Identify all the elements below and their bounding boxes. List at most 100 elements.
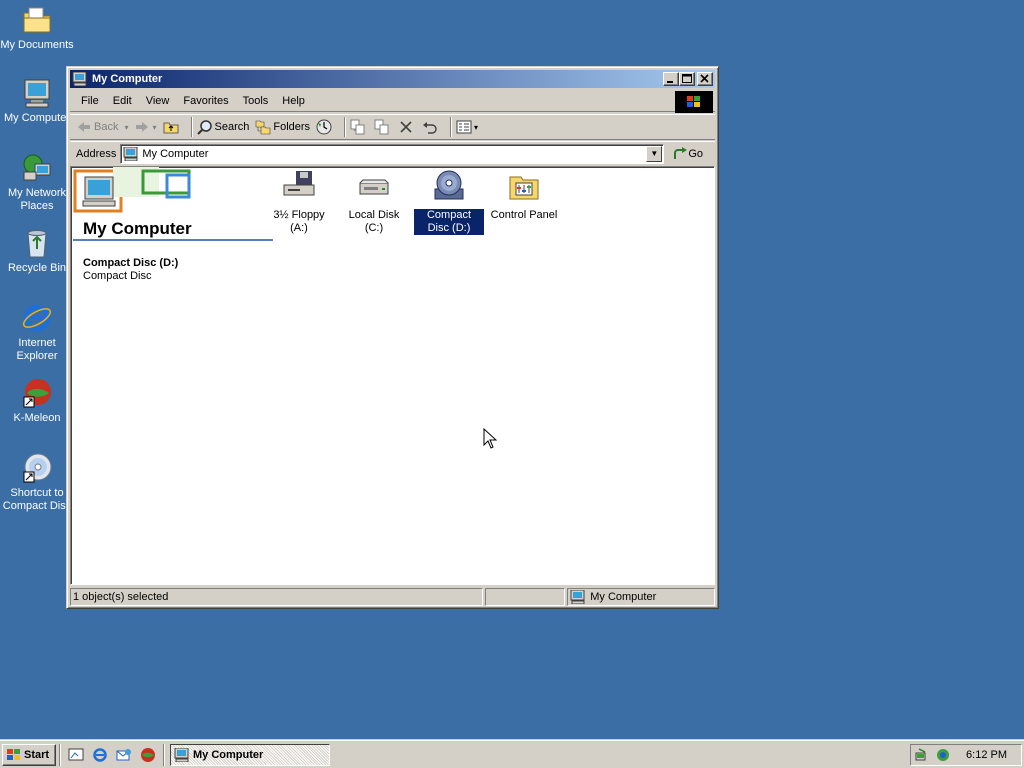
go-arrow-icon [674, 146, 688, 159]
back-button[interactable]: Back ▾ [76, 119, 128, 135]
menu-help[interactable]: Help [275, 95, 312, 107]
info-panel: My Computer Compact Disc (D:) Compact Di… [71, 167, 273, 584]
status-selection: 1 object(s) selected [70, 588, 484, 606]
status-zone: My Computer [567, 588, 715, 606]
desktop-icon-label: K-Meleon [13, 412, 61, 424]
internet-explorer-icon [21, 302, 53, 334]
drive-item-label: Compact Disc (D:) [413, 208, 485, 236]
desktop-icon-recycle-bin[interactable]: Recycle Bin [0, 227, 74, 275]
computer-icon [72, 71, 88, 87]
desktop-icon-label: My Network Places [7, 187, 67, 212]
go-button[interactable]: Go [672, 146, 703, 161]
desktop-icon-label: Shortcut to Compact Disc [2, 487, 72, 512]
search-icon [196, 120, 212, 135]
desktop-icon-cd-shortcut[interactable]: Shortcut to Compact Disc [0, 452, 74, 513]
search-label: Search [214, 121, 250, 133]
search-button[interactable]: Search [196, 119, 250, 135]
menu-tools[interactable]: Tools [236, 95, 276, 107]
up-folder-icon [163, 122, 178, 134]
cd-drive-icon [432, 169, 466, 203]
drive-item-compact-disc[interactable]: Compact Disc (D:) [413, 169, 485, 236]
panel-title: My Computer [83, 219, 192, 238]
address-input[interactable]: My Computer ▼ [120, 143, 665, 164]
system-tray: 6:12 PM [910, 744, 1022, 766]
desktop-icon-network-places[interactable]: My Network Places [0, 152, 74, 213]
floppy-drive-icon [282, 169, 316, 203]
taskbar: Start My Computer 6:12 PM [0, 740, 1024, 768]
windows-logo-icon [7, 748, 20, 760]
control-panel-icon [507, 169, 541, 203]
undo-icon [423, 122, 437, 134]
folders-button[interactable]: Folders [255, 119, 310, 135]
copy-to-button[interactable] [374, 119, 392, 135]
close-icon [700, 74, 709, 83]
views-button[interactable]: ▾ [456, 119, 478, 135]
delete-icon [400, 121, 412, 133]
close-button[interactable] [697, 72, 713, 86]
address-bar: Address My Computer ▼ Go [70, 141, 715, 165]
network-places-icon [21, 152, 53, 184]
undo-button[interactable] [422, 119, 440, 135]
maximize-button[interactable] [679, 72, 695, 86]
forward-arrow-icon [136, 122, 149, 132]
toolbar-separator [344, 117, 347, 137]
menu-edit[interactable]: Edit [106, 95, 139, 107]
show-desktop-icon[interactable] [68, 747, 84, 763]
drive-item-local-disk[interactable]: Local Disk (C:) [339, 169, 409, 235]
desktop-icon-k-meleon[interactable]: K-Meleon [0, 377, 74, 425]
title-bar[interactable]: My Computer [70, 70, 715, 88]
desktop-icon-internet-explorer[interactable]: Internet Explorer [0, 302, 74, 363]
taskbar-button-my-computer[interactable]: My Computer [170, 743, 330, 766]
windows-logo-icon [675, 91, 713, 113]
start-button[interactable]: Start [2, 743, 56, 766]
maximize-icon [682, 74, 692, 83]
control-panel-item[interactable]: Control Panel [489, 169, 559, 222]
drive-item-label: Control Panel [490, 209, 558, 221]
history-button[interactable] [316, 119, 334, 135]
desktop-icon-label: Internet Explorer [16, 337, 58, 362]
taskbar-divider [163, 743, 165, 766]
volume-icon[interactable] [935, 747, 951, 763]
recycle-bin-icon [21, 227, 53, 259]
status-empty-cell [485, 588, 566, 606]
minimize-icon [667, 81, 673, 83]
minimize-button[interactable] [663, 72, 679, 86]
desktop-icon-my-documents[interactable]: My Documents [0, 4, 74, 52]
clock[interactable]: 6:12 PM [966, 749, 1007, 761]
folders-label: Folders [273, 121, 311, 133]
chevron-down-icon: ▾ [124, 122, 129, 132]
status-bar: 1 object(s) selected My Computer [70, 587, 715, 607]
outlook-express-icon[interactable] [116, 747, 132, 763]
back-label: Back [94, 121, 119, 133]
network-status-icon[interactable] [915, 747, 933, 763]
computer-icon [570, 590, 585, 604]
back-arrow-icon [78, 122, 90, 132]
toolbar-separator [190, 117, 193, 137]
standard-toolbar: Back ▾ ▾ Search Folders ▾ [70, 114, 715, 140]
k-meleon-icon[interactable] [140, 747, 156, 763]
desktop-icon-my-computer[interactable]: My Computer [0, 77, 74, 125]
views-icon [456, 120, 472, 134]
history-icon [316, 119, 332, 135]
menu-file[interactable]: File [74, 95, 106, 107]
cd-shortcut-icon [21, 452, 53, 484]
internet-explorer-icon[interactable] [92, 747, 108, 763]
selected-item-name: Compact Disc (D:) [83, 257, 179, 269]
taskbar-divider [59, 743, 61, 766]
copy-to-icon [374, 119, 389, 135]
move-to-button[interactable] [350, 119, 368, 135]
menu-view[interactable]: View [139, 95, 177, 107]
drive-item-floppy[interactable]: 3½ Floppy (A:) [264, 169, 334, 235]
address-dropdown-button[interactable]: ▼ [646, 145, 663, 162]
chevron-down-icon: ▾ [152, 122, 157, 132]
address-label: Address [76, 147, 117, 160]
move-to-icon [350, 119, 365, 135]
forward-button[interactable]: ▾ [134, 119, 157, 135]
desktop-icon-label: Recycle Bin [7, 262, 67, 274]
drive-item-label: 3½ Floppy (A:) [273, 209, 325, 234]
folders-icon [256, 120, 271, 135]
menu-favorites[interactable]: Favorites [176, 95, 235, 107]
up-folder-button[interactable] [163, 119, 181, 135]
desktop-icon-label: My Computer [3, 112, 71, 124]
delete-button[interactable] [398, 119, 416, 135]
